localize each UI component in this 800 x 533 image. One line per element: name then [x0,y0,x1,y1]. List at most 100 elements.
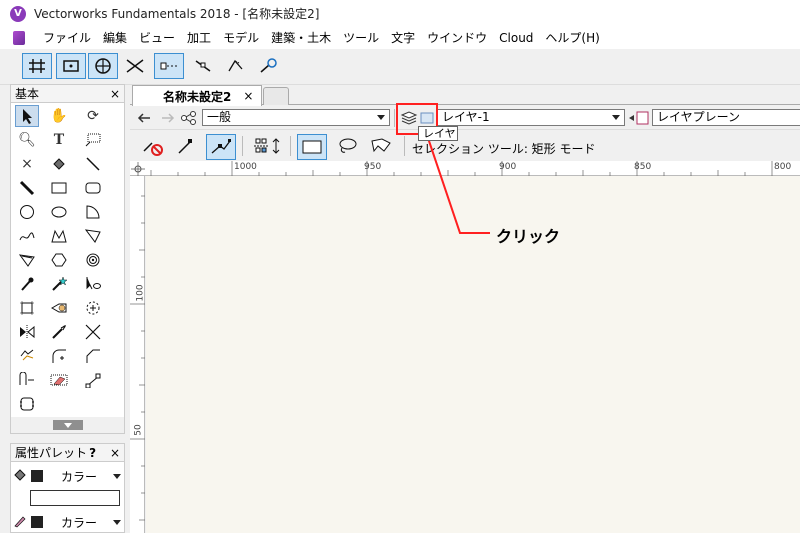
polygon-selection-mode-icon[interactable] [370,137,392,155]
horizontal-ruler: 1000 950 900 850 800 [130,161,800,176]
move-by-points-tool-icon[interactable] [47,297,71,319]
single-object-mode-icon[interactable] [176,137,196,157]
flyover-tool-icon[interactable]: ⟳ [81,105,105,127]
offset-tool-icon[interactable] [15,345,39,367]
menu-window[interactable]: ウインドウ [421,27,493,49]
fill-type-label: カラー [61,469,98,484]
menu-cloud[interactable]: Cloud [493,27,539,49]
paint-bucket-tool-icon[interactable] [47,153,71,175]
menu-modify[interactable]: 加工 [181,27,217,49]
lasso-selection-mode-icon[interactable] [336,137,358,155]
fill-bucket-icon [13,468,27,485]
rectangle-tool-icon[interactable] [47,177,71,199]
fill-color-swatch[interactable] [31,470,43,482]
menu-architecture[interactable]: 建築・土木 [265,27,337,49]
ruler-label-50: 50 [133,424,144,436]
rotate-tool-icon[interactable] [81,297,105,319]
drawing-area[interactable] [146,176,800,533]
freehand-tool-icon[interactable] [15,225,39,247]
document-menu-icon[interactable] [13,31,25,45]
mode-bar: セレクション ツール: 矩形 モード [130,131,800,161]
menu-tools[interactable]: ツール [337,27,385,49]
class-select[interactable]: 一般 [202,109,390,126]
ruler-origin-icon[interactable] [130,161,145,176]
rectangle-selection-mode-icon[interactable] [297,134,327,160]
vertical-ruler: 100 50 [130,176,146,533]
pen-icon [13,514,27,531]
eraser-tool-icon[interactable] [47,369,71,391]
fillet-tool-icon[interactable] [47,345,71,367]
align-distribute-icon[interactable] [254,136,284,156]
menu-file[interactable]: ファイル [37,27,97,49]
document-tab[interactable]: 名称未設定2 × [132,85,262,106]
oval-tool-icon[interactable] [47,201,71,223]
snap-surface-icon[interactable] [254,53,284,79]
snap-object-icon[interactable] [56,53,86,79]
class-icon[interactable] [180,110,198,126]
menu-help[interactable]: ヘルプ(H) [539,27,605,49]
fill-dropdown-arrow-icon[interactable] [113,473,122,479]
arc-tool-icon[interactable] [81,201,105,223]
circle-tool-icon[interactable] [15,201,39,223]
back-arrow-icon[interactable] [136,110,152,126]
rounded-rectangle-tool-icon[interactable] [81,177,105,199]
fill-preview[interactable] [30,490,120,506]
tool-palette-title: 基本 [15,87,40,101]
callout-tool-icon[interactable] [81,129,105,151]
chamfer-tool-icon[interactable] [81,345,105,367]
double-line-tool-icon[interactable] [15,177,39,199]
polygon-tool-icon[interactable] [81,225,105,247]
mirror-tool-icon[interactable] [15,321,39,343]
chevron-down-icon[interactable] [52,420,83,430]
pen-dropdown-arrow-icon[interactable] [113,519,122,525]
pen-color-swatch[interactable] [31,516,43,528]
double-polygon-tool-icon[interactable] [15,249,39,271]
plane-select[interactable]: レイヤプレーン [652,109,800,126]
trim-tool-icon[interactable] [81,321,105,343]
multi-object-mode-icon[interactable] [206,134,236,160]
fill-attribute-row[interactable]: カラー [11,466,124,486]
split-tool-icon[interactable] [47,321,71,343]
magic-wand-tool-icon[interactable] [47,273,71,295]
snap-grid-icon[interactable] [22,53,52,79]
layer-plane-icon[interactable] [628,110,650,126]
forward-arrow-icon[interactable] [160,110,176,126]
line-tool-icon[interactable] [81,153,105,175]
disable-snapping-icon[interactable] [142,137,164,157]
app-logo-icon: V [10,5,26,22]
menu-model[interactable]: モデル [217,27,265,49]
selection-tool-icon[interactable] [15,105,39,127]
connect-combine-tool-icon[interactable] [81,369,105,391]
polyline-tool-icon[interactable] [47,225,71,247]
tool-palette-scroll-button[interactable] [11,417,124,433]
snap-angle-icon[interactable] [88,53,118,79]
locus-tool-icon[interactable]: × [15,153,39,175]
new-tab-button[interactable] [263,87,289,105]
pan-tool-icon[interactable]: ✋ [47,105,71,127]
snap-tangent-icon[interactable] [188,53,218,79]
text-tool-icon[interactable]: T [47,129,71,151]
regular-polygon-tool-icon[interactable] [47,249,71,271]
snap-distance-icon[interactable] [154,53,184,79]
eyedropper-tool-icon[interactable] [15,273,39,295]
snap-edge-icon[interactable] [220,53,250,79]
click-annotation-label: クリック [496,227,561,246]
clip-tool-icon[interactable] [15,369,39,391]
layer-select[interactable]: レイヤ-1 [437,109,625,126]
tool-palette-close-button[interactable]: × [110,87,120,101]
spiral-tool-icon[interactable] [81,249,105,271]
zoom-tool-icon[interactable]: 🔍︎ [15,129,39,151]
attributes-palette-close-button[interactable]: × [110,446,120,460]
snap-intersection-icon[interactable] [120,53,150,79]
menu-text[interactable]: 文字 [385,27,421,49]
ruler-label-100: 100 [135,284,146,302]
document-tab-close-button[interactable]: × [243,89,253,103]
tool-palette: 基本 × ✋ ⟳ 🔍︎ T × [10,84,125,434]
menu-view[interactable]: ビュー [133,27,181,49]
pen-attribute-row[interactable]: カラー [11,512,124,532]
visibility-tool-icon[interactable] [81,273,105,295]
symbol-insertion-tool-icon[interactable] [15,393,39,415]
attributes-palette-help-button[interactable]: ? [89,446,96,460]
reshape-tool-icon[interactable] [15,297,39,319]
menu-edit[interactable]: 編集 [97,27,133,49]
